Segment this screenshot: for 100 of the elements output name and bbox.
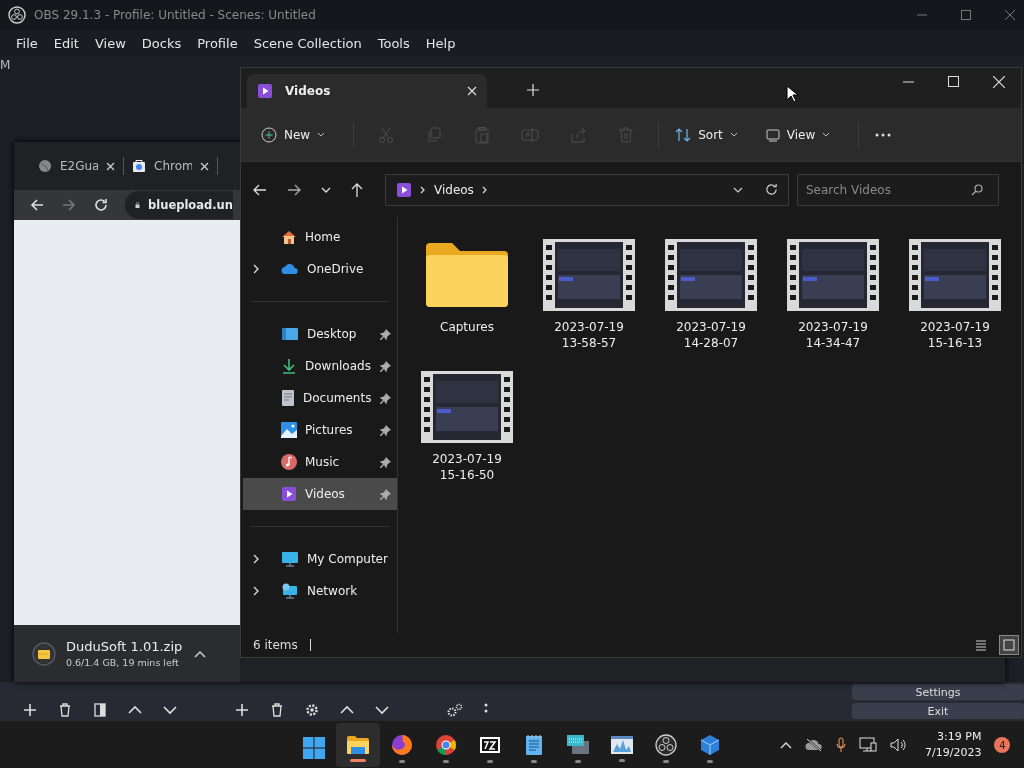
chevron-down-icon[interactable] bbox=[321, 186, 331, 193]
filter-icon[interactable] bbox=[92, 702, 108, 718]
address-bar[interactable]: bluepload.un bbox=[125, 191, 233, 219]
menu-item[interactable]: Help bbox=[419, 33, 462, 53]
speaker-icon[interactable] bbox=[890, 738, 906, 752]
obs-logo-icon bbox=[655, 733, 677, 756]
menu-item[interactable]: Tools bbox=[371, 33, 416, 53]
view-button[interactable]: View bbox=[757, 121, 839, 148]
trash-icon[interactable] bbox=[269, 702, 285, 718]
new-tab-icon[interactable] bbox=[527, 84, 539, 96]
pin-icon[interactable] bbox=[380, 456, 391, 468]
chevron-right-icon[interactable] bbox=[253, 586, 259, 596]
control-button[interactable]: Exit bbox=[852, 703, 1024, 719]
chevron-up-icon[interactable] bbox=[780, 741, 792, 749]
sidebar-item[interactable]: My Computer bbox=[243, 543, 397, 575]
trash-icon[interactable] bbox=[57, 702, 73, 718]
chevron-right-icon bbox=[481, 185, 488, 194]
sidebar-item[interactable]: Downloads bbox=[243, 350, 397, 382]
chevron-down-icon bbox=[729, 132, 738, 137]
video-thumbnail-icon bbox=[787, 239, 879, 311]
sidebar-item[interactable]: Music bbox=[243, 446, 397, 478]
menu-item[interactable]: Edit bbox=[47, 33, 85, 53]
clock[interactable]: 3:19 PM 7/19/2023 bbox=[925, 729, 982, 761]
cloud-off-icon[interactable] bbox=[805, 738, 823, 752]
video-tile[interactable]: 2023-07-19 14-34-47 bbox=[772, 239, 894, 351]
new-button[interactable]: New bbox=[253, 120, 334, 149]
chevron-down-icon bbox=[822, 132, 831, 137]
folder-icon bbox=[346, 734, 370, 755]
sidebar-item[interactable]: Desktop bbox=[243, 318, 397, 350]
mouse-cursor-icon bbox=[786, 85, 798, 103]
sidebar-item[interactable]: Home bbox=[243, 221, 397, 253]
reload-icon[interactable] bbox=[93, 197, 109, 213]
taskbar-app[interactable] bbox=[336, 723, 380, 767]
pin-icon[interactable] bbox=[380, 360, 391, 372]
item-count: 6 items bbox=[253, 638, 298, 652]
chevron-right-icon[interactable] bbox=[253, 264, 259, 274]
video-folder-icon bbox=[281, 486, 297, 502]
caret-icon[interactable] bbox=[194, 649, 207, 658]
video-tile[interactable]: 2023-07-19 15-16-50 bbox=[406, 371, 528, 483]
sidebar-item[interactable]: Videos bbox=[243, 478, 397, 510]
zip-folder-icon bbox=[32, 641, 56, 666]
control-button[interactable]: Settings bbox=[852, 684, 1024, 700]
video-tile[interactable]: 2023-07-19 14-28-07 bbox=[650, 239, 772, 351]
forward-icon[interactable] bbox=[287, 182, 301, 197]
sort-icon bbox=[675, 126, 692, 143]
gear-icon[interactable] bbox=[304, 702, 320, 718]
menu-item[interactable]: File bbox=[10, 33, 44, 53]
plus-circle-icon bbox=[261, 126, 277, 143]
browser-tab[interactable]: Chrom bbox=[124, 157, 218, 175]
chevron-down-icon[interactable] bbox=[733, 186, 743, 193]
notification-badge[interactable]: 4 bbox=[994, 737, 1011, 753]
microphone-icon[interactable] bbox=[836, 737, 846, 753]
house-icon bbox=[281, 229, 297, 245]
video-folder-icon bbox=[257, 83, 273, 99]
sort-button[interactable]: Sort bbox=[667, 120, 746, 149]
tiles-icon bbox=[1003, 639, 1015, 651]
music-icon bbox=[281, 454, 297, 470]
refresh-icon[interactable] bbox=[765, 183, 778, 196]
gears-icon[interactable] bbox=[446, 702, 464, 718]
browser-tab[interactable]: E2Gua bbox=[30, 157, 124, 175]
close-icon[interactable] bbox=[200, 161, 209, 171]
sidebar-item[interactable]: Network bbox=[243, 575, 397, 607]
monitor-icon bbox=[281, 551, 299, 567]
network-icon[interactable] bbox=[859, 737, 877, 753]
pin-icon[interactable] bbox=[380, 392, 391, 404]
desktop-icon bbox=[281, 327, 299, 341]
add-icon[interactable] bbox=[22, 702, 38, 718]
breadcrumb[interactable]: Videos bbox=[434, 182, 474, 197]
chevron-right-icon bbox=[420, 185, 426, 194]
video-tile[interactable]: 2023-07-19 15-16-13 bbox=[894, 239, 1016, 351]
menu-item[interactable]: Docks bbox=[135, 33, 188, 53]
file-name[interactable]: DuduSoft 1.01.zip bbox=[66, 639, 183, 654]
add-icon[interactable] bbox=[234, 702, 250, 718]
address-bar[interactable]: Videos bbox=[385, 173, 789, 206]
explorer-tab[interactable]: Videos bbox=[247, 74, 487, 108]
more-icon[interactable] bbox=[875, 132, 892, 137]
cubes-icon bbox=[699, 733, 721, 756]
up-arrow-icon[interactable] bbox=[351, 182, 363, 197]
folder-tile[interactable]: Captures bbox=[406, 239, 528, 351]
search-field[interactable]: Search Videos bbox=[797, 173, 999, 206]
large-icons-view-button[interactable] bbox=[999, 635, 1019, 655]
menu-item[interactable]: Scene Collection bbox=[247, 33, 368, 53]
chevron-right-icon[interactable] bbox=[253, 554, 259, 564]
sidebar-item[interactable]: Documents bbox=[243, 382, 397, 414]
pin-icon[interactable] bbox=[380, 424, 391, 436]
menu-item[interactable]: View bbox=[88, 33, 132, 53]
close-icon[interactable] bbox=[106, 161, 115, 171]
sidebar-item[interactable]: OneDrive bbox=[243, 253, 397, 285]
sidebar-item[interactable]: Pictures bbox=[243, 414, 397, 446]
dock-label: M bbox=[0, 58, 11, 72]
back-icon[interactable] bbox=[29, 197, 45, 213]
pin-icon[interactable] bbox=[380, 328, 391, 340]
video-thumbnail-icon bbox=[909, 239, 1001, 311]
menu-item[interactable]: Profile bbox=[191, 33, 244, 53]
chrome-ring-icon bbox=[435, 733, 457, 756]
pin-icon[interactable] bbox=[380, 488, 391, 500]
chart-window-icon bbox=[610, 734, 634, 755]
video-tile[interactable]: 2023-07-19 13-58-57 bbox=[528, 239, 650, 351]
chevron-down-icon bbox=[317, 132, 326, 137]
back-icon[interactable] bbox=[253, 182, 267, 197]
